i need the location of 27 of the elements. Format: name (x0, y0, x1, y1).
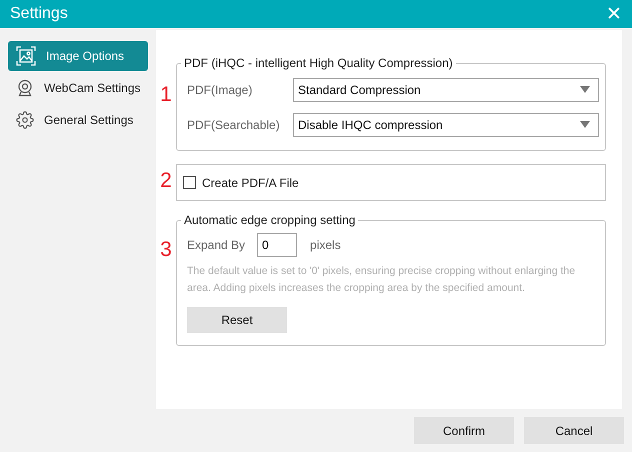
reset-button[interactable]: Reset (187, 307, 287, 333)
group-title: PDF (iHQC - intelligent High Quality Compression) (183, 56, 454, 70)
sidebar-item[interactable]: WebCam Settings (8, 73, 148, 103)
section-number: 3 (159, 239, 173, 260)
unit-label: pixels (310, 238, 341, 252)
dialog-button[interactable]: Cancel (524, 417, 624, 444)
dropdown[interactable]: Standard Compression (293, 78, 599, 102)
dropdown-caret-icon (580, 86, 590, 93)
field-label: Expand By (187, 238, 246, 252)
group-title: Automatic edge cropping setting (183, 213, 356, 227)
sidebar-item[interactable]: Image Options (8, 41, 148, 71)
settings-icon (16, 111, 34, 129)
image-icon (16, 46, 36, 66)
window-title: Settings (10, 5, 68, 23)
dropdown-caret-icon (580, 121, 590, 128)
field-label: PDF(Image) (187, 82, 254, 96)
checkbox-label: Create PDF/A File (202, 176, 299, 190)
dropdown[interactable]: Disable IHQC compression (293, 112, 599, 136)
field-label: PDF(Searchable) (187, 118, 281, 132)
webcam-icon (16, 79, 34, 97)
checkbox[interactable] (183, 176, 196, 189)
dialog-button[interactable]: Confirm (414, 417, 514, 444)
section-number: 2 (159, 170, 173, 191)
input-field[interactable]: 0 (257, 233, 298, 257)
section-number: 1 (159, 84, 173, 105)
help-text: The default value is set to '0' pixels, ensuring precise cropping without enlarging the area. Adding pixels increases the cropping area by the specified amount. (187, 264, 576, 296)
sidebar-item[interactable]: General Settings (8, 105, 148, 135)
